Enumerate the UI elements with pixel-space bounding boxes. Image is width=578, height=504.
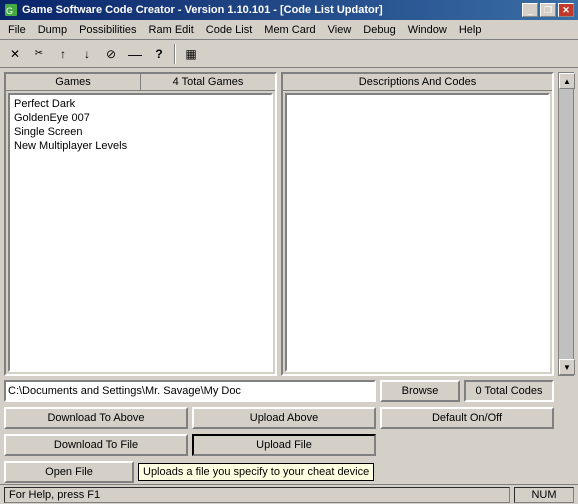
tooltip-box: Uploads a file you specify to your cheat…	[138, 463, 374, 481]
toolbar-separator	[174, 44, 176, 64]
menu-help[interactable]: Help	[453, 22, 488, 38]
menu-codelist[interactable]: Code List	[200, 22, 258, 38]
toolbar-close[interactable]: ✕	[4, 43, 26, 65]
upload-file-button[interactable]: Upload File	[192, 434, 376, 456]
restore-button[interactable]: ❐	[540, 3, 556, 17]
tooltip-text: Uploads a file you specify to your cheat…	[143, 466, 369, 478]
scrollbar-vertical[interactable]: ▲ ▼	[558, 72, 574, 376]
title-bar: G Game Software Code Creator - Version 1…	[0, 0, 578, 20]
default-onoff-button[interactable]: Default On/Off	[380, 407, 554, 429]
list-item[interactable]: New Multiplayer Levels	[12, 139, 269, 153]
codes-content	[285, 93, 550, 372]
toolbar-cancel[interactable]: ⊘	[100, 43, 122, 65]
total-codes-label: 0 Total Codes	[464, 380, 554, 402]
descriptions-header: Descriptions And Codes	[283, 74, 552, 91]
list-item[interactable]: Single Screen	[12, 125, 269, 139]
scroll-track	[559, 89, 573, 359]
menu-dump[interactable]: Dump	[32, 22, 73, 38]
menu-debug[interactable]: Debug	[357, 22, 401, 38]
close-button[interactable]: ✕	[558, 3, 574, 17]
toolbar-grid[interactable]: ▦	[180, 43, 202, 65]
toolbar-cut[interactable]: ✂	[28, 43, 50, 65]
games-header: Games	[6, 74, 141, 90]
menu-bar: File Dump Possibilities Ram Edit Code Li…	[0, 20, 578, 40]
browse-button[interactable]: Browse	[380, 380, 460, 402]
upload-above-button[interactable]: Upload Above	[192, 407, 376, 429]
download-above-button[interactable]: Download To Above	[4, 407, 188, 429]
total-games-header: 4 Total Games	[141, 74, 275, 90]
list-item[interactable]: GoldenEye 007	[12, 111, 269, 125]
download-file-button[interactable]: Download To File	[4, 434, 188, 456]
menu-file[interactable]: File	[2, 22, 32, 38]
app-icon: G	[4, 3, 18, 17]
menu-window[interactable]: Window	[402, 22, 453, 38]
toolbar-dash[interactable]: —	[124, 43, 146, 65]
list-item[interactable]: Perfect Dark	[12, 97, 269, 111]
open-file-button[interactable]: Open File	[4, 461, 134, 483]
status-help-text: For Help, press F1	[4, 487, 510, 503]
menu-view[interactable]: View	[322, 22, 358, 38]
title-bar-text: Game Software Code Creator - Version 1.1…	[22, 4, 522, 16]
path-input[interactable]	[4, 380, 376, 402]
games-list: Perfect Dark GoldenEye 007 Single Screen…	[8, 93, 273, 372]
menu-ramedit[interactable]: Ram Edit	[143, 22, 200, 38]
toolbar: ✕ ✂ ↑ ↓ ⊘ — ? ▦	[0, 40, 578, 68]
menu-memcard[interactable]: Mem Card	[258, 22, 321, 38]
minimize-button[interactable]: _	[522, 3, 538, 17]
menu-possibilities[interactable]: Possibilities	[73, 22, 142, 38]
status-bar: For Help, press F1 NUM	[0, 484, 578, 504]
status-num-lock: NUM	[514, 487, 574, 503]
toolbar-help[interactable]: ?	[148, 43, 170, 65]
toolbar-down[interactable]: ↓	[76, 43, 98, 65]
scroll-up-button[interactable]: ▲	[559, 73, 575, 89]
scroll-down-button[interactable]: ▼	[559, 359, 575, 375]
svg-text:G: G	[6, 6, 13, 16]
title-bar-buttons: _ ❐ ✕	[522, 3, 574, 17]
toolbar-up[interactable]: ↑	[52, 43, 74, 65]
